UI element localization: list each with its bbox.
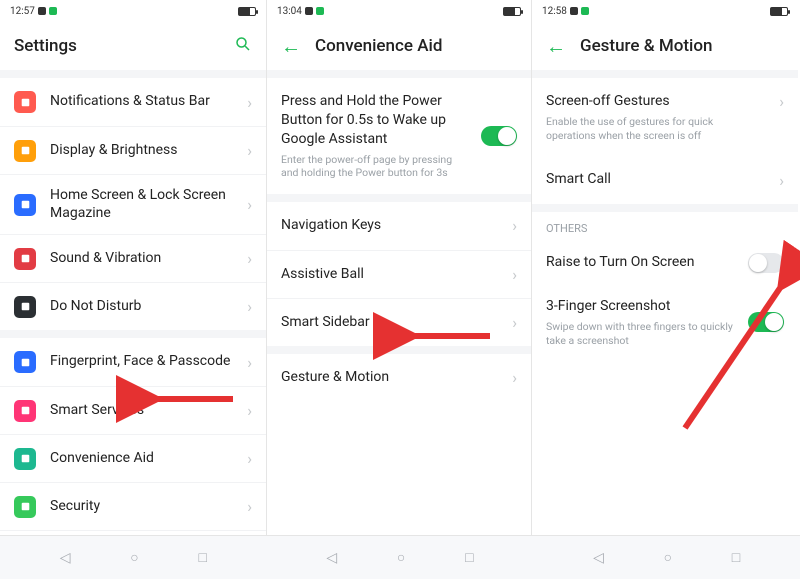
list-item[interactable]: Sound & Vibration › <box>0 234 266 282</box>
screen-settings: 12:57 Settings Notifications & Status Ba… <box>0 0 266 579</box>
row-label: Smart Services <box>50 402 239 420</box>
list-item[interactable]: Home Screen & Lock Screen Magazine › <box>0 174 266 234</box>
chevron-right-icon: › <box>512 313 517 332</box>
row-label: Fingerprint, Face & Passcode <box>50 353 239 371</box>
title-bar: ← Convenience Aid <box>267 22 531 70</box>
chevron-right-icon: › <box>247 141 252 160</box>
title-bar: ← Gesture & Motion <box>532 22 798 70</box>
page-title: Settings <box>14 36 77 56</box>
screen-convenience-aid: 13:04 ← Convenience Aid Press and Hold t… <box>266 0 532 579</box>
list-item[interactable]: Smart Sidebar › <box>267 298 531 346</box>
chevron-right-icon: › <box>779 171 784 190</box>
title-bar: Settings <box>0 22 266 70</box>
list-item[interactable]: Navigation Keys › <box>267 202 531 250</box>
row-label: Sound & Vibration <box>50 250 239 268</box>
app-icon <box>14 248 36 270</box>
chevron-right-icon: › <box>247 249 252 268</box>
chevron-right-icon: › <box>512 265 517 284</box>
chevron-right-icon: › <box>247 195 252 214</box>
nav-back-icon[interactable]: ◁ <box>593 550 604 566</box>
toggle-power-assistant[interactable] <box>481 126 517 146</box>
status-bar: 13:04 <box>267 0 531 22</box>
nav-recent-icon[interactable]: □ <box>198 549 206 566</box>
list-item[interactable]: Convenience Aid › <box>0 434 266 482</box>
list-item[interactable]: Security › <box>0 482 266 530</box>
back-icon[interactable]: ← <box>546 34 566 59</box>
chevron-right-icon: › <box>779 92 784 142</box>
list-item[interactable]: Fingerprint, Face & Passcode › <box>0 338 266 386</box>
app-icon <box>14 400 36 422</box>
toggle-3finger[interactable] <box>748 312 784 332</box>
app-icon <box>14 448 36 470</box>
app-icon <box>14 140 36 162</box>
list-item[interactable]: Smart Services › <box>0 386 266 434</box>
row-smart-call[interactable]: Smart Call › <box>532 156 798 204</box>
toggle-raise[interactable] <box>748 253 784 273</box>
nav-recent-icon[interactable]: □ <box>732 549 740 566</box>
chevron-right-icon: › <box>247 353 252 372</box>
status-bar: 12:57 <box>0 0 266 22</box>
nav-home-icon[interactable]: ○ <box>397 549 405 566</box>
row-label: Notifications & Status Bar <box>50 93 239 111</box>
page-title: Gesture & Motion <box>580 36 712 56</box>
chevron-right-icon: › <box>512 216 517 235</box>
list-item[interactable]: Assistive Ball › <box>267 250 531 298</box>
screen-gesture-motion: 12:58 ← Gesture & Motion Screen-off Gest… <box>532 0 798 579</box>
app-icon <box>14 296 36 318</box>
app-icon <box>14 351 36 373</box>
row-label: Convenience Aid <box>50 450 239 468</box>
nav-back-icon[interactable]: ◁ <box>60 550 71 566</box>
row-label: Navigation Keys <box>281 217 504 235</box>
chevron-right-icon: › <box>247 497 252 516</box>
nav-group: ◁ ○ □ <box>267 536 534 579</box>
app-icon <box>14 194 36 216</box>
row-gesture-motion[interactable]: Gesture & Motion › <box>267 354 531 402</box>
section-others: OTHERS <box>532 212 798 239</box>
back-icon[interactable]: ← <box>281 34 301 59</box>
row-label: Display & Brightness <box>50 142 239 160</box>
nav-group: ◁ ○ □ <box>533 536 800 579</box>
list-item[interactable]: Notifications & Status Bar › <box>0 78 266 126</box>
row-label: Smart Sidebar <box>281 314 504 332</box>
nav-home-icon[interactable]: ○ <box>130 549 138 566</box>
chevron-right-icon: › <box>247 297 252 316</box>
app-icon <box>14 91 36 113</box>
app-icon <box>14 496 36 518</box>
nav-recent-icon[interactable]: □ <box>465 549 473 566</box>
chevron-right-icon: › <box>247 449 252 468</box>
nav-home-icon[interactable]: ○ <box>664 549 672 566</box>
row-power-assistant[interactable]: Press and Hold the Power Button for 0.5s… <box>267 78 531 194</box>
list-item[interactable]: Do Not Disturb › <box>0 282 266 330</box>
nav-group: ◁ ○ □ <box>0 536 267 579</box>
chevron-right-icon: › <box>247 93 252 112</box>
row-label: Do Not Disturb <box>50 298 239 316</box>
row-raise-to-turn-on[interactable]: Raise to Turn On Screen <box>532 239 798 287</box>
nav-back-icon[interactable]: ◁ <box>326 550 337 566</box>
nav-bar: ◁ ○ □ ◁ ○ □ ◁ ○ □ <box>0 535 800 579</box>
search-icon[interactable] <box>234 35 252 58</box>
chevron-right-icon: › <box>247 401 252 420</box>
status-bar: 12:58 <box>532 0 798 22</box>
row-screen-off-gestures[interactable]: Screen-off Gestures Enable the use of ge… <box>532 78 798 156</box>
list-item[interactable]: Display & Brightness › <box>0 126 266 174</box>
row-label: Assistive Ball <box>281 266 504 284</box>
row-label: Home Screen & Lock Screen Magazine <box>50 187 239 222</box>
page-title: Convenience Aid <box>315 36 442 56</box>
chevron-right-icon: › <box>512 368 517 387</box>
row-label: Security <box>50 498 239 516</box>
row-3finger-screenshot[interactable]: 3-Finger Screenshot Swipe down with thre… <box>532 287 798 359</box>
